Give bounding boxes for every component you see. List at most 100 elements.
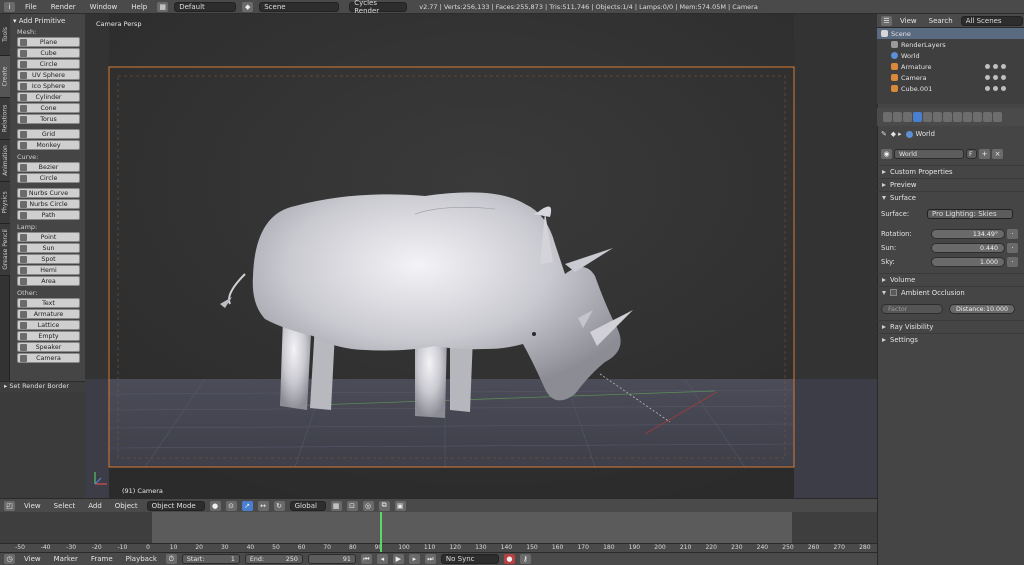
layout-dropdown[interactable]: Default — [174, 1, 237, 12]
world-browse-icon[interactable]: ◉ — [881, 149, 892, 159]
sky-driver-icon[interactable]: · — [1007, 257, 1018, 267]
menu-help[interactable]: Help — [127, 3, 151, 11]
menu-render[interactable]: Render — [47, 3, 80, 11]
playhead[interactable] — [380, 512, 382, 552]
add-sun-button[interactable]: Sun — [17, 243, 80, 253]
panel-settings[interactable]: Settings — [877, 333, 1024, 345]
add-torus-button[interactable]: Torus — [17, 114, 80, 124]
manipulator-icon[interactable]: ↗ — [241, 500, 253, 511]
add-nurbs-curve-button[interactable]: Nurbs Curve — [17, 188, 80, 198]
add-world-icon[interactable]: + — [979, 149, 990, 159]
add-cube-button[interactable]: Cube — [17, 48, 80, 58]
timeline-menu-marker[interactable]: Marker — [50, 555, 82, 563]
info-editor-icon[interactable]: i — [4, 1, 15, 12]
add-ico-sphere-button[interactable]: Ico Sphere — [17, 81, 80, 91]
render-preview-icon[interactable]: ▣ — [394, 500, 406, 511]
particles-tab[interactable] — [983, 112, 992, 122]
add-empty-button[interactable]: Empty — [17, 331, 80, 341]
render-tab[interactable] — [883, 112, 892, 122]
rotate-icon[interactable]: ↻ — [273, 500, 285, 511]
outliner-menu-view[interactable]: View — [896, 17, 921, 25]
sun-field[interactable]: 0.440 — [931, 243, 1005, 253]
add-lattice-button[interactable]: Lattice — [17, 320, 80, 330]
preview-range-icon[interactable]: ⏱ — [165, 554, 177, 564]
lock-icon[interactable]: ⊡ — [346, 500, 358, 511]
add-cone-button[interactable]: Cone — [17, 103, 80, 113]
add-uv-sphere-button[interactable]: UV Sphere — [17, 70, 80, 80]
sun-driver-icon[interactable]: · — [1007, 243, 1018, 253]
scene-tab[interactable] — [903, 112, 912, 122]
visibility-toggles[interactable] — [985, 75, 1006, 80]
pin-icon[interactable]: ✎ — [881, 130, 887, 138]
tab-animation[interactable]: Animation — [0, 140, 10, 182]
outliner-row-renderlayers[interactable]: RenderLayers — [877, 39, 1024, 50]
ao-distance-field[interactable]: Distance: 10.000 — [949, 304, 1015, 314]
editor-type-icon[interactable]: ◰ — [4, 500, 15, 511]
add-bezier-button[interactable]: Bezier — [17, 162, 80, 172]
surface-dropdown[interactable]: Pro Lighting: Skies — [927, 209, 1013, 219]
add-nurbs-circle-button[interactable]: Nurbs Circle — [17, 199, 80, 209]
add-hemi-button[interactable]: Hemi — [17, 265, 80, 275]
mode-dropdown[interactable]: Object Mode — [146, 500, 205, 511]
rotation-field[interactable]: 134.49° — [931, 229, 1005, 239]
3d-viewport[interactable] — [85, 14, 877, 498]
unlink-world-icon[interactable]: × — [992, 149, 1003, 159]
menu-file[interactable]: File — [21, 3, 41, 11]
layout-icon[interactable]: ▦ — [157, 1, 169, 12]
panel-surface[interactable]: Surface — [877, 191, 1024, 203]
current-frame-field[interactable]: 91 — [307, 554, 356, 564]
fake-user-button[interactable]: F — [966, 149, 977, 159]
add-monkey-button[interactable]: Monkey — [17, 140, 80, 150]
visibility-toggles[interactable] — [985, 86, 1006, 91]
outliner-menu-search[interactable]: Search — [925, 17, 957, 25]
outliner-row-camera[interactable]: Camera — [877, 72, 1024, 83]
visibility-toggles[interactable] — [985, 64, 1006, 69]
layers-icon[interactable]: ▦ — [330, 500, 342, 511]
orientation-dropdown[interactable]: Global — [289, 500, 326, 511]
menu-view[interactable]: View — [20, 502, 45, 510]
menu-select[interactable]: Select — [50, 502, 80, 510]
render-engine-dropdown[interactable]: Cycles Render — [349, 0, 408, 15]
prev-key-icon[interactable]: ◂ — [376, 554, 388, 564]
layers-tab[interactable] — [893, 112, 902, 122]
record-icon[interactable]: ● — [503, 554, 515, 564]
play-icon[interactable]: ▶ — [392, 554, 404, 564]
add-circle-button[interactable]: Circle — [17, 173, 80, 183]
pivot-icon[interactable]: ⊙ — [225, 500, 237, 511]
panel-volume[interactable]: Volume — [877, 273, 1024, 285]
tab-create[interactable]: Create — [0, 56, 10, 98]
data-tab[interactable] — [953, 112, 962, 122]
timeline-menu-frame[interactable]: Frame — [87, 555, 117, 563]
next-key-icon[interactable]: ▸ — [408, 554, 420, 564]
menu-window[interactable]: Window — [86, 3, 122, 11]
shading-icon[interactable]: ● — [209, 500, 221, 511]
outliner-filter-dropdown[interactable]: All Scenes — [960, 15, 1023, 26]
proportional-edit-icon[interactable]: ◎ — [362, 500, 374, 511]
ao-checkbox[interactable] — [890, 289, 897, 296]
sync-dropdown[interactable]: No Sync — [440, 554, 499, 564]
tab-physics[interactable]: Physics — [0, 182, 10, 224]
panel-preview[interactable]: Preview — [877, 178, 1024, 190]
panel-custom-properties[interactable]: Custom Properties — [877, 165, 1024, 177]
keying-set-icon[interactable]: ⚷ — [519, 554, 531, 564]
add-spot-button[interactable]: Spot — [17, 254, 80, 264]
rotation-driver-icon[interactable]: · — [1007, 229, 1018, 239]
physics-tab[interactable] — [993, 112, 1002, 122]
outliner-row-cube[interactable]: Cube.001 — [877, 83, 1024, 94]
world-tab[interactable] — [913, 112, 922, 122]
jump-start-icon[interactable]: ⏮ — [360, 554, 372, 564]
add-armature-button[interactable]: Armature — [17, 309, 80, 319]
sky-field[interactable]: 1.000 — [931, 257, 1005, 267]
timeline-menu-view[interactable]: View — [20, 555, 45, 563]
snap-icon[interactable]: ⧉ — [378, 500, 390, 511]
texture-tab[interactable] — [973, 112, 982, 122]
constraints-tab[interactable] — [933, 112, 942, 122]
add-path-button[interactable]: Path — [17, 210, 80, 220]
add-grid-button[interactable]: Grid — [17, 129, 80, 139]
add-text-button[interactable]: Text — [17, 298, 80, 308]
menu-add[interactable]: Add — [84, 502, 106, 510]
end-frame-field[interactable]: End: 250 — [244, 554, 303, 564]
outliner-row-scene[interactable]: Scene — [877, 28, 1024, 39]
outliner-row-world[interactable]: World — [877, 50, 1024, 61]
add-camera-button[interactable]: Camera — [17, 353, 80, 363]
